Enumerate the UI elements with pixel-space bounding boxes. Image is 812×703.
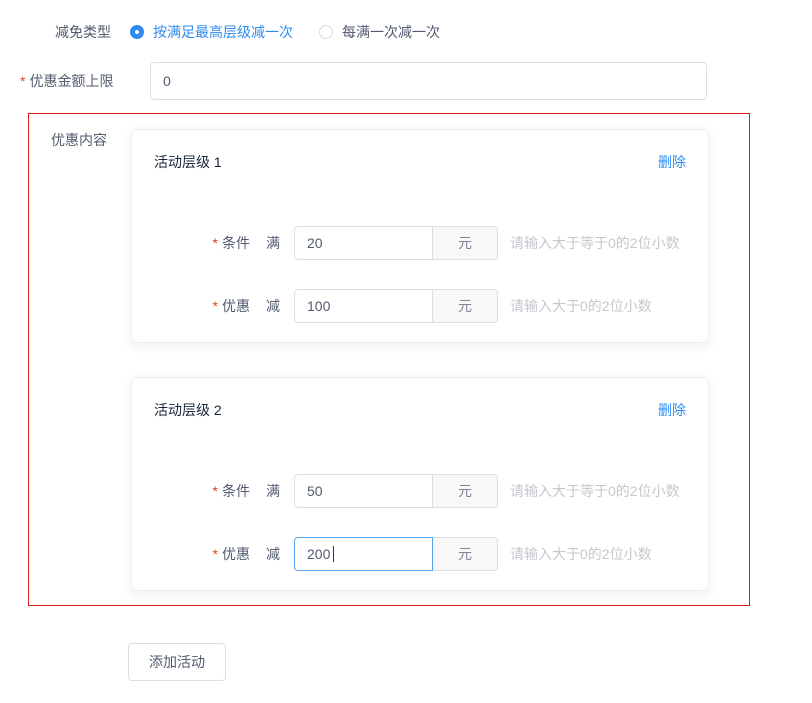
tier-1-discount-label-wrap: * 优惠 <box>154 296 250 316</box>
discount-limit-input[interactable] <box>150 62 707 100</box>
tier-1-condition-label-wrap: * 条件 <box>154 233 250 253</box>
tier-1-header: 活动层级 1 删除 <box>154 152 686 172</box>
reduction-type-label: 减免类型 <box>55 22 111 42</box>
tier-1-discount-input-group: 元 <box>294 289 498 323</box>
tier-1-discount-label: 优惠 <box>222 296 250 316</box>
tier-card-1: 活动层级 1 删除 * 条件 满 元 请输入大于等于0的2位小数 <box>131 129 709 343</box>
tier-1-condition-prefix: 满 <box>266 233 280 253</box>
tier-1-discount-row: * 优惠 减 元 请输入大于0的2位小数 <box>154 289 686 323</box>
discount-limit-row: * 优惠金额上限 <box>20 62 707 100</box>
tier-2-discount-label: 优惠 <box>222 544 250 564</box>
tier-1-discount-prefix: 减 <box>266 296 280 316</box>
text-caret <box>333 546 334 562</box>
discount-content-section: 优惠内容 活动层级 1 删除 * 条件 满 元 <box>28 113 750 606</box>
radio-each-time-once-label: 每满一次减一次 <box>342 22 440 42</box>
tier-1-condition-hint: 请输入大于等于0的2位小数 <box>510 233 680 253</box>
radio-each-time-once[interactable]: 每满一次减一次 <box>319 22 440 42</box>
discount-limit-label: 优惠金额上限 <box>29 71 113 91</box>
tier-1-discount-input[interactable] <box>294 289 433 323</box>
tier-1-discount-hint: 请输入大于0的2位小数 <box>510 296 652 316</box>
required-asterisk: * <box>213 483 218 499</box>
tier-1-condition-label: 条件 <box>222 233 250 253</box>
required-asterisk: * <box>213 298 218 314</box>
unit-suffix: 元 <box>433 289 498 323</box>
reduction-type-row: 减免类型 按满足最高层级减一次 每满一次减一次 <box>55 22 440 42</box>
radio-highest-tier-once-label: 按满足最高层级减一次 <box>153 22 293 42</box>
tier-2-delete-button[interactable]: 删除 <box>658 400 686 420</box>
tier-2-discount-label-wrap: * 优惠 <box>154 544 250 564</box>
discount-limit-label-wrap: * 优惠金额上限 <box>20 71 142 91</box>
tier-2-condition-prefix: 满 <box>266 481 280 501</box>
tier-2-condition-label-wrap: * 条件 <box>154 481 250 501</box>
unit-suffix: 元 <box>433 226 498 260</box>
radio-selected-icon <box>130 25 144 39</box>
tier-1-title: 活动层级 1 <box>154 152 222 172</box>
tier-2-discount-input-group: 元 <box>294 537 498 571</box>
required-asterisk: * <box>213 546 218 562</box>
tier-card-2: 活动层级 2 删除 * 条件 满 元 请输入大于等于0的2位小数 <box>131 377 709 591</box>
tier-cards: 活动层级 1 删除 * 条件 满 元 请输入大于等于0的2位小数 <box>131 129 709 591</box>
tier-2-condition-row: * 条件 满 元 请输入大于等于0的2位小数 <box>154 474 686 508</box>
radio-unselected-icon <box>319 25 333 39</box>
tier-1-delete-button[interactable]: 删除 <box>658 152 686 172</box>
tier-2-condition-hint: 请输入大于等于0的2位小数 <box>510 481 680 501</box>
unit-suffix: 元 <box>433 537 498 571</box>
tier-2-discount-input-focused[interactable] <box>294 537 433 571</box>
tier-2-header: 活动层级 2 删除 <box>154 400 686 420</box>
discount-content-label: 优惠内容 <box>51 130 107 150</box>
tier-1-condition-input-group: 元 <box>294 226 498 260</box>
tier-2-condition-input[interactable] <box>294 474 433 508</box>
tier-1-condition-input[interactable] <box>294 226 433 260</box>
unit-suffix: 元 <box>433 474 498 508</box>
tier-2-discount-prefix: 减 <box>266 544 280 564</box>
tier-2-condition-label: 条件 <box>222 481 250 501</box>
required-asterisk: * <box>213 235 218 251</box>
tier-2-title: 活动层级 2 <box>154 400 222 420</box>
add-activity-button[interactable]: 添加活动 <box>128 643 226 681</box>
promotion-form-page: 减免类型 按满足最高层级减一次 每满一次减一次 * 优惠金额上限 优惠内容 活动… <box>0 0 812 703</box>
tier-2-discount-row: * 优惠 减 元 请输入大于0的2位小数 <box>154 537 686 571</box>
tier-2-discount-hint: 请输入大于0的2位小数 <box>510 544 652 564</box>
required-asterisk: * <box>20 73 25 89</box>
tier-2-condition-input-group: 元 <box>294 474 498 508</box>
radio-highest-tier-once[interactable]: 按满足最高层级减一次 <box>130 22 293 42</box>
tier-1-condition-row: * 条件 满 元 请输入大于等于0的2位小数 <box>154 226 686 260</box>
